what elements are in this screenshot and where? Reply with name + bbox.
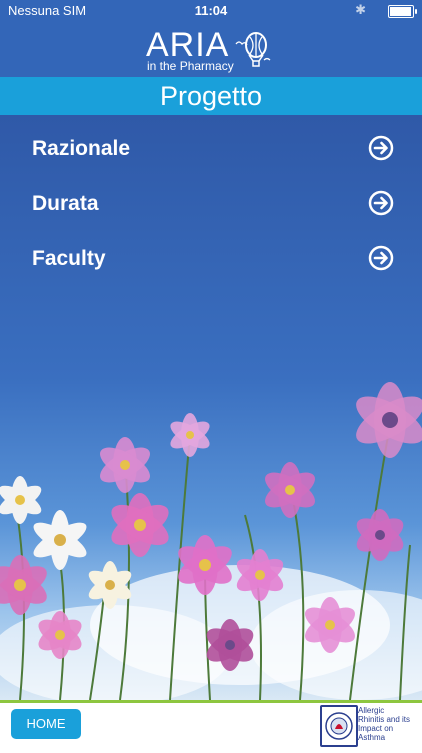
aria-logo-text: Allergic Rhinitis and its Impact on Asth…: [358, 706, 410, 742]
menu-item-faculty[interactable]: Faculty: [0, 235, 422, 290]
menu-item-label: Durata: [32, 192, 99, 215]
arrow-right-circle-icon[interactable]: [368, 135, 394, 161]
page-title: Progetto: [0, 77, 422, 115]
logo-subtitle: in the Pharmacy: [147, 59, 234, 73]
aria-logo-line: Rhinitis and its: [358, 715, 411, 724]
aria-logo-line: Impact on: [358, 724, 394, 733]
aria-logo-line: Allergic: [358, 706, 385, 715]
hot-air-balloon-icon: [235, 32, 271, 67]
menu-item-durata[interactable]: Durata: [0, 180, 422, 235]
bluetooth-icon: ✱: [355, 2, 366, 17]
menu-item-razionale[interactable]: Razionale: [0, 125, 422, 180]
footer-bar: HOME Allergic Rhinitis and its Impact on…: [0, 700, 422, 753]
status-bar: Nessuna SIM 11:04 ✱: [0, 0, 422, 22]
battery-icon: [388, 5, 417, 18]
app-logo: ARIA in the Pharmacy: [146, 26, 276, 74]
aria-logo-line: Asthma: [358, 733, 386, 742]
home-button[interactable]: HOME: [11, 709, 81, 739]
arrow-right-circle-icon[interactable]: [368, 245, 394, 271]
aria-organization-logo: Allergic Rhinitis and its Impact on Asth…: [320, 705, 416, 747]
battery-fill: [390, 7, 411, 16]
app-header: ARIA in the Pharmacy: [0, 22, 422, 77]
aria-seal-icon: [320, 705, 358, 747]
menu-item-label: Faculty: [32, 247, 106, 270]
menu-panel: Razionale Durata Faculty: [0, 115, 422, 700]
menu-item-label: Razionale: [32, 137, 131, 160]
arrow-right-circle-icon[interactable]: [368, 190, 394, 216]
